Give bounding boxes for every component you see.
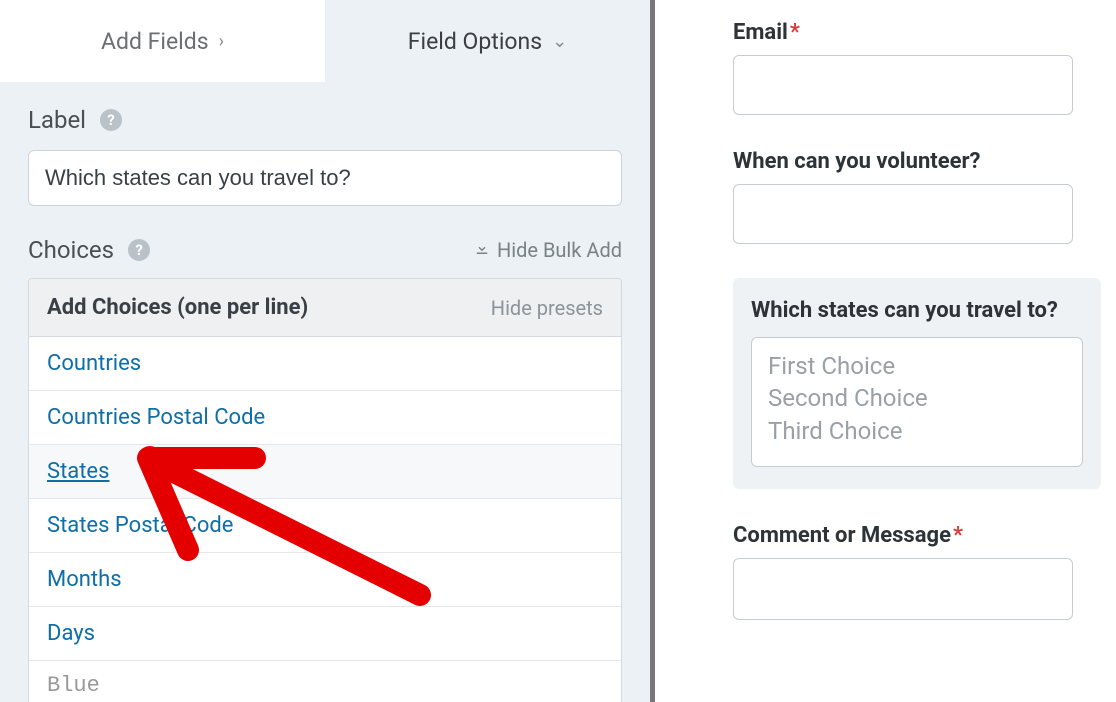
preset-countries-postal[interactable]: Countries Postal Code <box>29 391 621 445</box>
tabs: Add Fields › Field Options ⌄ <box>0 0 650 82</box>
chevron-right-icon: › <box>219 31 224 52</box>
required-asterisk: * <box>953 523 963 548</box>
states-choices-box[interactable]: First Choice Second Choice Third Choice <box>751 337 1083 467</box>
help-icon[interactable]: ? <box>100 109 122 131</box>
hide-bulk-label: Hide Bulk Add <box>497 238 622 262</box>
tab-add-fields[interactable]: Add Fields › <box>0 0 325 82</box>
help-icon[interactable]: ? <box>128 239 150 261</box>
preset-states-postal[interactable]: States Postal Code <box>29 499 621 553</box>
preset-countries[interactable]: Countries <box>29 337 621 391</box>
tab-add-fields-label: Add Fields <box>101 28 209 55</box>
panel-body: Label ? Choices ? Hide Bulk Add Add <box>0 82 650 702</box>
hide-bulk-add-link[interactable]: Hide Bulk Add <box>473 238 622 262</box>
volunteer-label: When can you volunteer? <box>733 149 1101 174</box>
choices-section-title: Choices <box>28 236 114 264</box>
volunteer-input[interactable] <box>733 184 1073 244</box>
comment-label: Comment or Message* <box>733 523 1101 548</box>
choices-box-title: Add Choices (one per line) <box>47 295 308 320</box>
email-label-text: Email <box>733 20 788 45</box>
label-section-title: Label <box>28 106 86 134</box>
choice-placeholder: Third Choice <box>768 415 1066 447</box>
selected-field-states[interactable]: Which states can you travel to? First Ch… <box>733 278 1101 489</box>
choices-textarea[interactable]: Blue Red Green <box>29 661 621 702</box>
preset-states[interactable]: States <box>29 445 621 499</box>
download-icon <box>473 239 491 262</box>
tab-field-options-label: Field Options <box>408 28 542 55</box>
comment-label-text: Comment or Message <box>733 523 951 548</box>
hide-presets-link[interactable]: Hide presets <box>491 296 603 320</box>
comment-textarea[interactable] <box>733 558 1073 620</box>
right-panel: Email* When can you volunteer? Which sta… <box>655 0 1116 702</box>
email-label: Email* <box>733 20 1101 45</box>
form-group-volunteer: When can you volunteer? <box>733 149 1101 244</box>
label-input[interactable] <box>28 150 622 206</box>
form-group-email: Email* <box>733 20 1101 115</box>
choices-box: Add Choices (one per line) Hide presets … <box>28 278 622 702</box>
left-panel: Add Fields › Field Options ⌄ Label ? Cho… <box>0 0 655 702</box>
tab-field-options[interactable]: Field Options ⌄ <box>325 0 650 82</box>
choice-placeholder: Second Choice <box>768 382 1066 414</box>
preset-months[interactable]: Months <box>29 553 621 607</box>
states-label: Which states can you travel to? <box>751 298 1083 323</box>
choice-placeholder: First Choice <box>768 350 1066 382</box>
preset-days[interactable]: Days <box>29 607 621 661</box>
choice-line: Blue <box>47 671 603 701</box>
chevron-down-icon: ⌄ <box>552 31 567 52</box>
email-input[interactable] <box>733 55 1073 115</box>
required-asterisk: * <box>790 20 800 45</box>
form-group-comment: Comment or Message* <box>733 523 1101 620</box>
